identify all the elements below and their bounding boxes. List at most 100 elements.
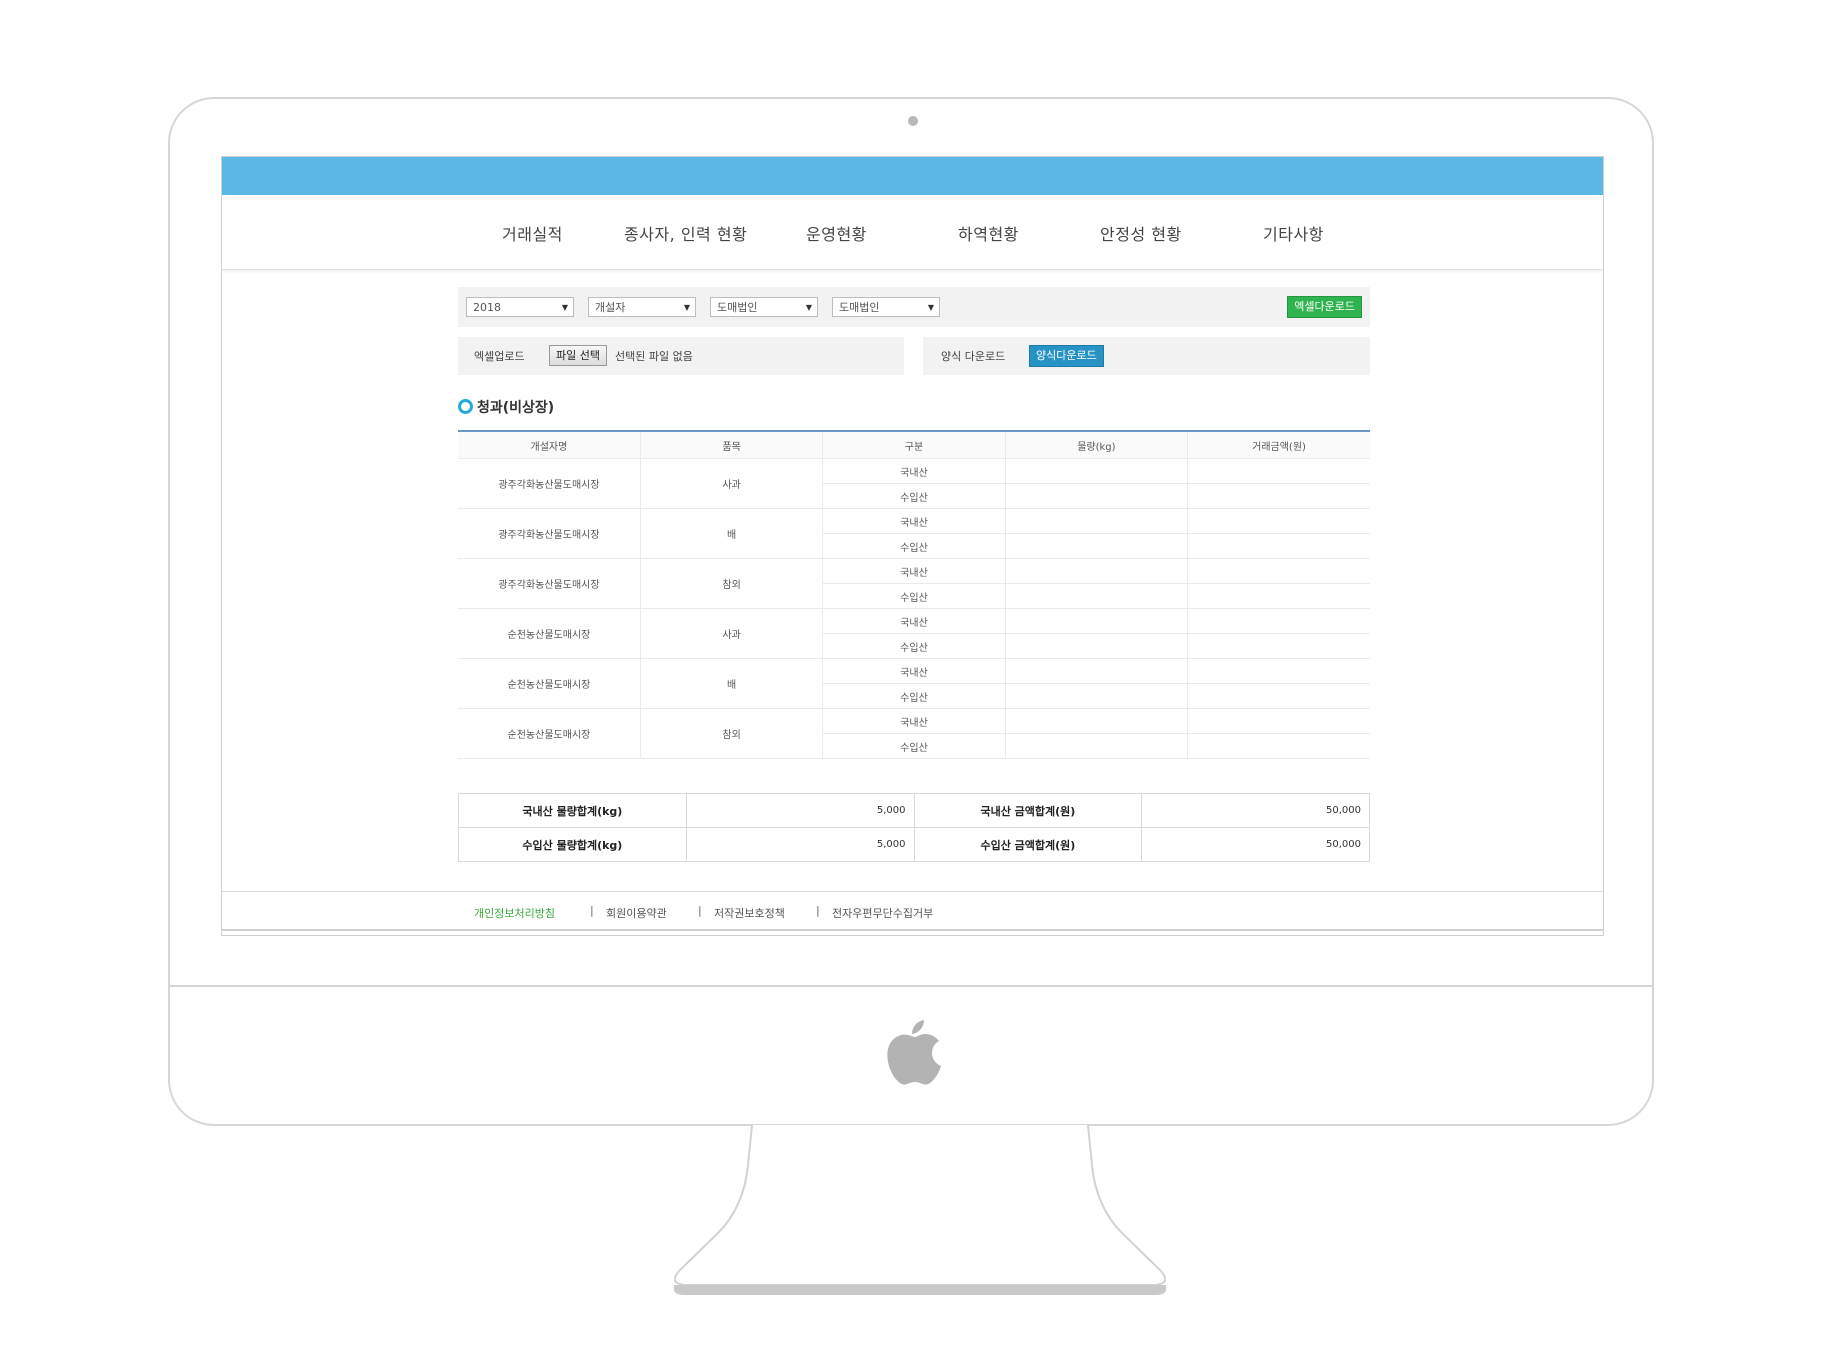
column-header: 개설자명 (458, 431, 641, 459)
excel-upload-box: 엑셀업로드 파일 선택 선택된 파일 없음 (458, 337, 904, 375)
excel-download-button[interactable]: 엑셀다운로드 (1287, 296, 1362, 318)
filter-bar: 2018 ▼ 개설자 ▼ 도매법인 ▼ 도매법인 ▼ 엑셀다운로드 (458, 287, 1370, 327)
type-cell: 수입산 (822, 483, 1006, 509)
import-qty-label: 수입산 물량합계(kg) (458, 827, 687, 862)
amount-cell[interactable] (1187, 508, 1370, 534)
quantity-cell[interactable] (1004, 583, 1189, 609)
column-header: 거래금액(원) (1187, 431, 1370, 459)
quantity-cell[interactable] (1004, 558, 1189, 584)
quantity-cell[interactable] (1004, 683, 1189, 709)
table-row: 순천농산물도매시장 참외 국내산 (458, 708, 1370, 759)
table-header-row: 개설자명 품목 구분 물량(kg) 거래금액(원) (458, 431, 1370, 459)
type-cell: 국내산 (822, 708, 1006, 734)
quantity-cell[interactable] (1004, 708, 1189, 734)
quantity-cell[interactable] (1004, 458, 1189, 484)
footer-link-terms[interactable]: 회원이용약관 (606, 905, 667, 921)
import-amt-label: 수입산 금액합계(원) (913, 827, 1143, 862)
amount-cell[interactable] (1187, 558, 1370, 584)
template-download-button[interactable]: 양식다운로드 (1029, 345, 1104, 367)
type-cell: 수입산 (822, 583, 1006, 609)
type-cell: 수입산 (822, 683, 1006, 709)
type-cell: 국내산 (822, 558, 1006, 584)
market-cell: 순천농산물도매시장 (458, 608, 641, 659)
item-cell: 참외 (639, 708, 824, 759)
amount-cell[interactable] (1187, 658, 1370, 684)
domestic-amt-label: 국내산 금액합계(원) (913, 793, 1143, 828)
table-row: 광주각화농산물도매시장 사과 국내산 (458, 458, 1370, 509)
item-cell: 사과 (639, 458, 824, 509)
market-cell: 순천농산물도매시장 (458, 658, 641, 709)
nav-item-operations[interactable]: 운영현황 (806, 221, 867, 245)
excel-upload-label: 엑셀업로드 (474, 350, 525, 363)
quantity-cell[interactable] (1004, 483, 1189, 509)
amount-cell[interactable] (1187, 458, 1370, 484)
item-cell: 배 (639, 658, 824, 709)
import-amt-value: 50,000 (1141, 827, 1370, 862)
quantity-cell[interactable] (1004, 733, 1189, 759)
nav-item-unloading[interactable]: 하역현황 (958, 221, 1019, 245)
market-cell: 광주각화농산물도매시장 (458, 508, 641, 559)
main-nav: 거래실적 종사자, 인력 현황 운영현황 하역현황 안정성 현황 기타사항 (222, 195, 1603, 270)
footer-separator: | (698, 904, 702, 917)
corp-select-2[interactable]: 도매법인 ▼ (832, 297, 940, 317)
domestic-amt-value: 50,000 (1141, 793, 1370, 828)
imac-chin-divider (168, 985, 1654, 987)
apple-logo-icon (887, 1020, 941, 1085)
quantity-cell[interactable] (1004, 633, 1189, 659)
template-download-label: 양식 다운로드 (941, 350, 1006, 363)
footer-link-privacy[interactable]: 개인정보처리방침 (474, 905, 555, 921)
footer-link-copyright[interactable]: 저작권보호정책 (714, 905, 785, 921)
quantity-cell[interactable] (1004, 608, 1189, 634)
nav-item-transactions[interactable]: 거래실적 (502, 221, 563, 245)
year-select[interactable]: 2018 ▼ (466, 297, 574, 317)
caret-down-icon: ▼ (561, 303, 568, 312)
amount-cell[interactable] (1187, 733, 1370, 759)
type-cell: 국내산 (822, 608, 1006, 634)
footer-link-email-refusal[interactable]: 전자우편무단수집거부 (832, 905, 933, 921)
footer-separator: | (590, 904, 594, 917)
domestic-qty-label: 국내산 물량합계(kg) (458, 793, 687, 828)
column-header: 구분 (822, 431, 1006, 459)
totals-row-import: 수입산 물량합계(kg) 5,000 수입산 금액합계(원) 50,000 (458, 827, 1370, 862)
amount-cell[interactable] (1187, 533, 1370, 559)
domestic-qty-value: 5,000 (685, 793, 915, 828)
footer: 개인정보처리방침 | 회원이용약관 | 저작권보호정책 | 전자우편무단수집거부 (222, 891, 1603, 931)
amount-cell[interactable] (1187, 608, 1370, 634)
corp-select-1-value: 도매법인 (717, 301, 758, 314)
template-download-box: 양식 다운로드 양식다운로드 (923, 337, 1370, 375)
amount-cell[interactable] (1187, 583, 1370, 609)
corp-select-2-value: 도매법인 (839, 301, 880, 314)
screen: 거래실적 종사자, 인력 현황 운영현황 하역현황 안정성 현황 기타사항 20… (221, 156, 1604, 936)
type-cell: 국내산 (822, 508, 1006, 534)
corp-select-1[interactable]: 도매법인 ▼ (710, 297, 818, 317)
bullet-circle-icon (458, 399, 473, 414)
data-table: 개설자명 품목 구분 물량(kg) 거래금액(원) 광주각화농산물도매시장 사과… (458, 430, 1370, 759)
type-cell: 국내산 (822, 458, 1006, 484)
amount-cell[interactable] (1187, 683, 1370, 709)
amount-cell[interactable] (1187, 708, 1370, 734)
table-row: 광주각화농산물도매시장 참외 국내산 (458, 558, 1370, 609)
file-select-button[interactable]: 파일 선택 (549, 345, 607, 366)
table-row: 순천농산물도매시장 배 국내산 (458, 658, 1370, 709)
caret-down-icon: ▼ (805, 303, 812, 312)
type-cell: 수입산 (822, 533, 1006, 559)
item-cell: 배 (639, 508, 824, 559)
opener-select[interactable]: 개설자 ▼ (588, 297, 696, 317)
quantity-cell[interactable] (1004, 658, 1189, 684)
market-cell: 광주각화농산물도매시장 (458, 558, 641, 609)
type-cell: 국내산 (822, 658, 1006, 684)
camera-icon (908, 116, 918, 126)
section-title: 청과(비상장) (458, 397, 554, 417)
column-header: 물량(kg) (1004, 431, 1189, 459)
quantity-cell[interactable] (1004, 533, 1189, 559)
totals-table: 국내산 물량합계(kg) 5,000 국내산 금액합계(원) 50,000 수입… (458, 793, 1370, 862)
nav-item-safety[interactable]: 안정성 현황 (1100, 221, 1182, 245)
amount-cell[interactable] (1187, 633, 1370, 659)
caret-down-icon: ▼ (927, 303, 934, 312)
totals-row-domestic: 국내산 물량합계(kg) 5,000 국내산 금액합계(원) 50,000 (458, 793, 1370, 828)
amount-cell[interactable] (1187, 483, 1370, 509)
nav-item-staff[interactable]: 종사자, 인력 현황 (624, 221, 747, 245)
quantity-cell[interactable] (1004, 508, 1189, 534)
year-select-value: 2018 (473, 301, 501, 314)
nav-item-misc[interactable]: 기타사항 (1263, 221, 1324, 245)
